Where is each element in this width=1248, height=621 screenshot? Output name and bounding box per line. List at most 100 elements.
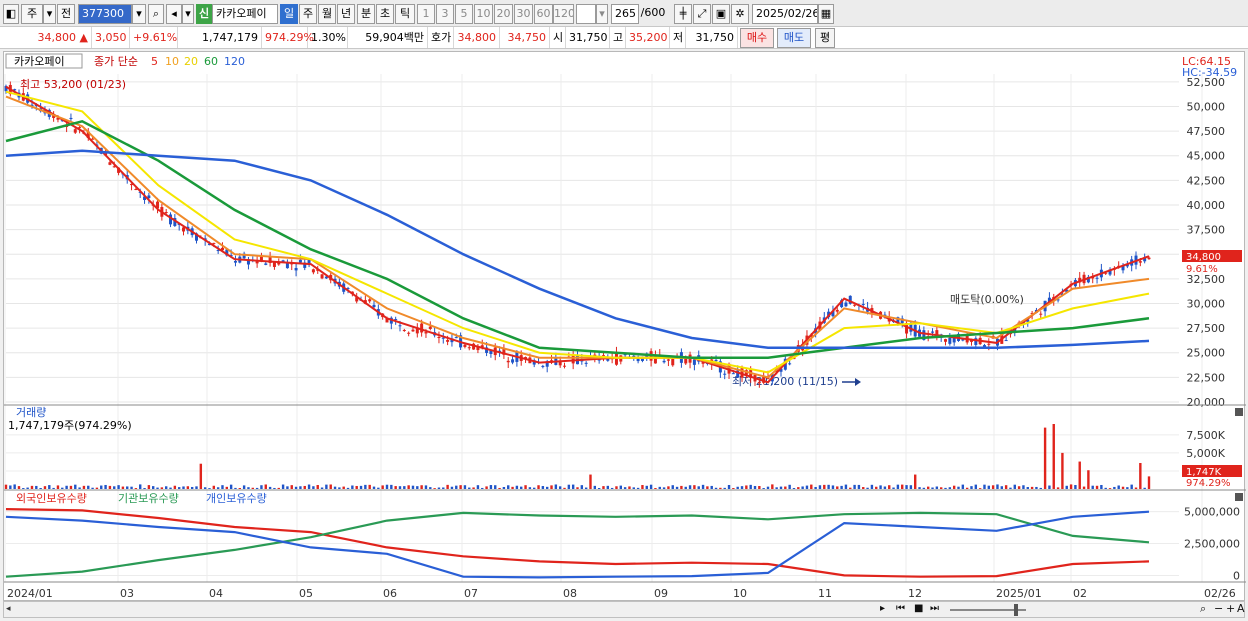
minute-option-3[interactable]: 3 xyxy=(436,4,454,24)
chart-area[interactable]: 카카오페이 종가 단순 5 10 20 60 120 LC:64.15 HC:-… xyxy=(3,51,1246,601)
tab-year[interactable]: 년 xyxy=(337,4,355,24)
candle-body xyxy=(584,362,588,364)
candle-body xyxy=(714,359,718,362)
save-icon[interactable]: ▣ xyxy=(712,4,730,24)
market-dropdown-icon[interactable]: ▾ xyxy=(43,4,56,24)
search-icon[interactable]: ⌕ xyxy=(148,4,164,24)
gear-icon[interactable]: ✲ xyxy=(731,4,749,24)
zoom-out-icon[interactable]: − xyxy=(1214,602,1223,615)
zoom-search-icon[interactable]: ⌕ xyxy=(1200,602,1206,616)
tab-week[interactable]: 주 xyxy=(299,4,317,24)
zoom-in-icon[interactable]: + xyxy=(1226,602,1235,615)
legend-ma-20: 20 xyxy=(184,55,198,68)
scroll-right-icon[interactable]: ▸ xyxy=(880,603,885,614)
price-tick-label: 40,000 xyxy=(1187,199,1226,212)
candle-body xyxy=(666,359,670,361)
volume-tick-label: 7,500K xyxy=(1186,429,1225,442)
scroll-left-icon[interactable]: ◂ xyxy=(6,604,11,614)
minute-option-120[interactable]: 120 xyxy=(553,4,574,24)
volume-bar xyxy=(143,488,146,489)
stock-code-input[interactable]: 377300 xyxy=(78,4,132,24)
interval-input[interactable] xyxy=(576,4,596,24)
last-page-icon[interactable]: ⏭ xyxy=(930,603,939,614)
speaker-icon[interactable]: ◂ xyxy=(166,4,182,24)
layout-icon[interactable]: ◧ xyxy=(3,4,19,24)
tab-tick[interactable]: 틱 xyxy=(395,4,415,24)
volume-bar xyxy=(978,488,982,489)
tab-month[interactable]: 월 xyxy=(318,4,336,24)
minute-option-60[interactable]: 60 xyxy=(534,4,553,24)
tab-minute[interactable]: 분 xyxy=(357,4,375,24)
volume-bar xyxy=(792,488,796,489)
buy-button[interactable]: 매수 xyxy=(740,28,774,48)
minute-option-10[interactable]: 10 xyxy=(474,4,493,24)
volume-bar xyxy=(779,486,783,489)
legend-ma-60: 60 xyxy=(204,55,218,68)
market-select[interactable]: 주 xyxy=(21,4,43,24)
minute-option-5[interactable]: 5 xyxy=(455,4,473,24)
volume-bar xyxy=(368,484,371,489)
volume-bar xyxy=(935,486,939,489)
volume-bar xyxy=(636,487,640,489)
interval-dropdown-icon[interactable]: ▾ xyxy=(596,4,608,24)
x-tick-label: 03 xyxy=(120,587,134,600)
code-dropdown-icon[interactable]: ▾ xyxy=(132,4,146,24)
candle-body xyxy=(272,262,276,267)
volume-bar xyxy=(260,485,263,489)
volume-bar xyxy=(156,487,159,489)
candle-body xyxy=(441,337,445,339)
tab-day[interactable]: 일 xyxy=(280,4,298,24)
date-input[interactable]: 2025/02/26 xyxy=(752,4,818,24)
volume-bar xyxy=(13,484,16,489)
volume-bar xyxy=(164,486,168,489)
volume-bar xyxy=(857,484,861,489)
candle-body xyxy=(835,309,839,312)
tab-second[interactable]: 초 xyxy=(376,4,394,24)
volume-bar xyxy=(558,486,562,489)
volume-bar xyxy=(229,484,233,489)
stop-icon[interactable]: ■ xyxy=(914,603,923,614)
volume-bar xyxy=(983,484,986,489)
line-tool-icon[interactable]: ⤢ xyxy=(693,4,711,24)
minute-option-1[interactable]: 1 xyxy=(417,4,435,24)
eval-button[interactable]: 평 xyxy=(815,28,835,48)
candle-body xyxy=(723,373,727,375)
speaker-dropdown-icon[interactable]: ▾ xyxy=(182,4,194,24)
volume-bar xyxy=(970,486,973,489)
count-input[interactable]: 265 xyxy=(611,4,639,24)
volume-bar xyxy=(329,484,332,489)
open-label: 시 xyxy=(550,27,566,48)
calendar-icon[interactable]: ▦ xyxy=(818,4,834,24)
volume-bar xyxy=(139,484,142,489)
volume-bar xyxy=(286,486,289,489)
jeon-button[interactable]: 전 xyxy=(57,4,75,24)
candle-body xyxy=(671,358,675,366)
holding-legend-foreign: 외국인보유수량 xyxy=(16,492,87,505)
last-pct-label: 9.61% xyxy=(1186,264,1218,275)
volume-bar xyxy=(1126,487,1129,489)
volume-bar xyxy=(727,484,731,489)
volume-bar xyxy=(784,486,787,489)
volume-bar xyxy=(615,486,618,489)
low-annotation: 최저 21,200 (11/15) xyxy=(732,375,838,388)
horizontal-scrollbar[interactable]: ◂ ▸ ⏮ ■ ⏭ ⌕ − + A xyxy=(3,601,1245,618)
volume-panel-close-icon[interactable] xyxy=(1235,408,1243,416)
candle-body xyxy=(446,339,450,342)
minute-option-20[interactable]: 20 xyxy=(494,4,513,24)
ma-line-20 xyxy=(5,90,1150,374)
volume-value-label: 1,747,179주(974.29%) xyxy=(8,419,132,432)
sell-button[interactable]: 매도 xyxy=(777,28,811,48)
zoom-slider-handle[interactable] xyxy=(1014,604,1018,616)
price-legend: 카카오페이 종가 단순 5 10 20 60 120 xyxy=(5,53,245,69)
count-total: /600 xyxy=(640,6,666,19)
fit-icon[interactable]: A xyxy=(1237,602,1245,615)
first-page-icon[interactable]: ⏮ xyxy=(896,603,905,614)
stock-name: 카카오페이 xyxy=(212,4,278,24)
volume-bar xyxy=(775,487,778,489)
candle-type-icon[interactable]: ╪ xyxy=(674,4,692,24)
volume-bar xyxy=(641,485,644,489)
candle-body xyxy=(164,212,168,214)
price-tick-label: 37,500 xyxy=(1187,224,1226,237)
minute-option-30[interactable]: 30 xyxy=(514,4,533,24)
holding-panel-close-icon[interactable] xyxy=(1235,493,1243,501)
